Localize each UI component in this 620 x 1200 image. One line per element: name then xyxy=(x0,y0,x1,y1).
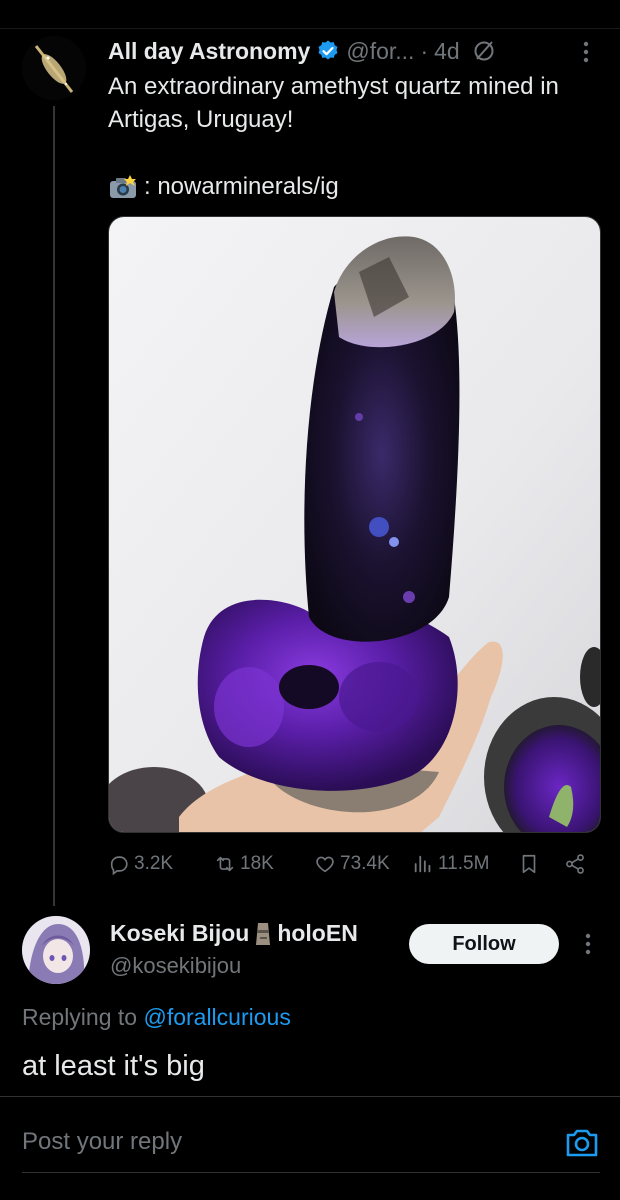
replying-to: Replying to @forallcurious xyxy=(22,1004,291,1031)
more-icon[interactable] xyxy=(576,930,600,958)
camera-icon[interactable] xyxy=(562,1122,602,1162)
views-icon xyxy=(414,855,431,873)
verified-badge-icon xyxy=(318,40,338,60)
reply-author-name[interactable]: Koseki Bijou holoEN xyxy=(110,920,358,947)
repost-count: 18K xyxy=(240,853,274,874)
reply-handle[interactable]: @kosekibijou xyxy=(110,953,241,979)
heart-icon xyxy=(316,856,334,873)
repost-action[interactable]: 18K xyxy=(214,846,274,882)
credit-text[interactable]: : nowarminerals/ig xyxy=(144,170,339,203)
reply-count: 3.2K xyxy=(134,853,174,874)
more-icon[interactable] xyxy=(574,38,598,66)
tweet-photo[interactable] xyxy=(108,216,601,833)
top-divider xyxy=(0,28,620,29)
follow-button[interactable]: Follow xyxy=(409,924,559,964)
tweet-actions: 3.2K 18K 73.4K 11.5M xyxy=(108,846,598,882)
tweet-text: An extraordinary amethyst quartz mined i… xyxy=(108,70,608,136)
reply-input[interactable] xyxy=(22,1122,542,1162)
reply-author-name-part1: Koseki Bijou xyxy=(110,920,250,946)
tweet-handle[interactable]: @for... xyxy=(346,38,414,65)
bookmark-icon xyxy=(522,854,536,874)
reply-author-name-part2: holoEN xyxy=(277,920,358,946)
camera-flash-emoji-icon xyxy=(110,174,136,198)
astronomy-avatar[interactable] xyxy=(22,36,86,100)
thread-line xyxy=(53,106,55,906)
tweet-author-name[interactable]: All day Astronomy xyxy=(108,38,310,65)
grok-icon[interactable] xyxy=(472,39,496,63)
reply-text: at least it's big xyxy=(22,1050,205,1082)
composer-divider xyxy=(0,1096,620,1097)
views-count: 11.5M xyxy=(438,853,490,874)
reply-icon xyxy=(110,856,128,875)
replying-to-link[interactable]: @forallcurious xyxy=(143,1004,290,1030)
like-count: 73.4K xyxy=(340,853,390,874)
tweet-time[interactable]: 4d xyxy=(434,38,460,65)
tweet-header: All day Astronomy @for... · 4d xyxy=(108,34,496,68)
moai-emoji-icon xyxy=(256,922,271,945)
share-icon xyxy=(566,854,584,874)
like-action[interactable]: 73.4K xyxy=(314,846,390,882)
koseki-avatar[interactable] xyxy=(22,916,90,984)
share-action[interactable] xyxy=(564,846,590,882)
repost-icon xyxy=(216,856,234,872)
bookmark-action[interactable] xyxy=(518,846,544,882)
photo-credit: : nowarminerals/ig xyxy=(108,170,339,203)
views-action[interactable]: 11.5M xyxy=(412,846,489,882)
composer-underline xyxy=(22,1172,600,1173)
separator-dot: · xyxy=(420,37,429,64)
tweet-text-line: An extraordinary amethyst quartz mined i… xyxy=(108,73,559,133)
reply-action[interactable]: 3.2K xyxy=(108,846,173,882)
replying-prefix: Replying to xyxy=(22,1004,138,1030)
